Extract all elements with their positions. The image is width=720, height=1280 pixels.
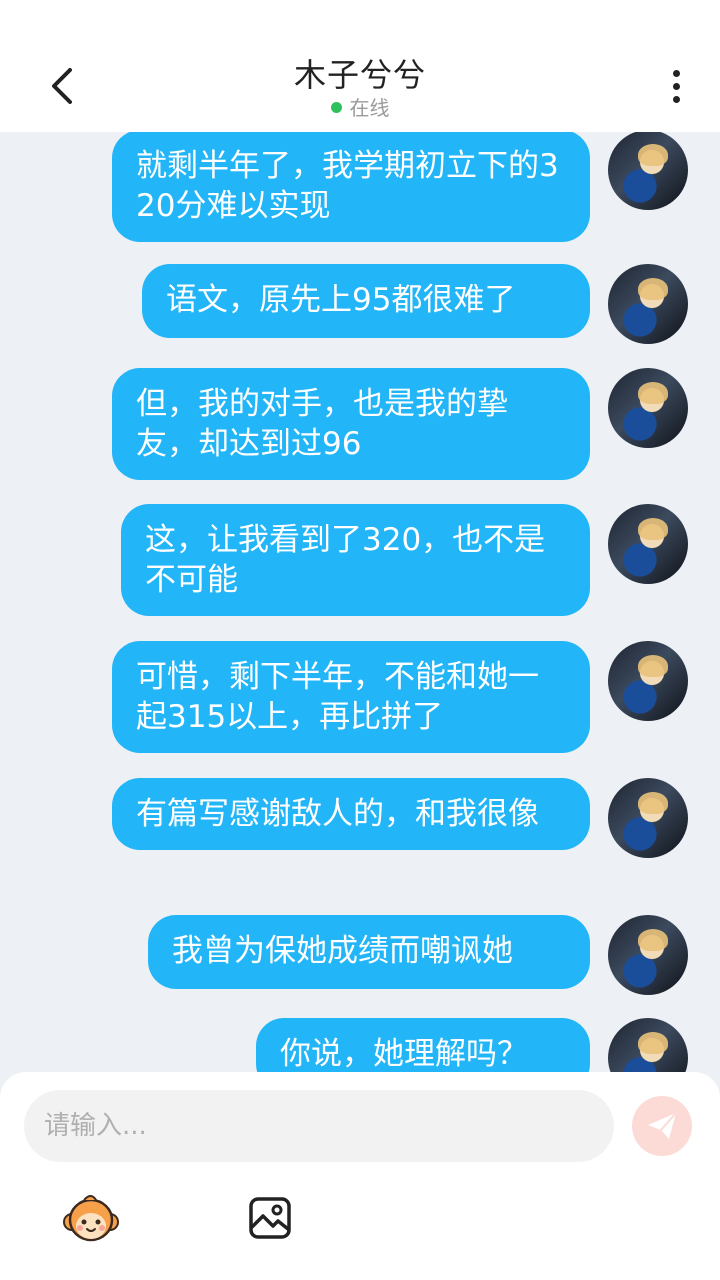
user-avatar[interactable]: [608, 504, 688, 584]
image-button[interactable]: [248, 1196, 292, 1240]
image-icon: [249, 1197, 291, 1239]
user-avatar[interactable]: [608, 264, 688, 344]
more-options-button[interactable]: [656, 66, 696, 106]
user-avatar[interactable]: [608, 368, 688, 448]
more-dot-icon: [672, 95, 680, 103]
input-panel: 请输入...: [0, 1072, 720, 1280]
contact-name: 木子兮兮: [293, 56, 426, 94]
message-bubble[interactable]: 有篇写感谢敌人的，和我很像: [112, 778, 590, 850]
message-bubble[interactable]: 但，我的对手，也是我的挚友，却达到过96: [112, 368, 590, 480]
emoji-button[interactable]: [62, 1192, 120, 1244]
send-icon: [648, 1112, 677, 1139]
message-bubble[interactable]: 这，让我看到了320，也不是不可能: [121, 504, 590, 616]
message-bubble[interactable]: 你说，她理解吗？: [256, 1018, 590, 1072]
user-avatar[interactable]: [608, 132, 688, 210]
send-button[interactable]: [632, 1096, 692, 1156]
more-dot-icon: [672, 82, 680, 90]
user-avatar[interactable]: [608, 1018, 688, 1072]
online-dot-icon: [330, 102, 342, 113]
message-bubble[interactable]: 可惜，剩下半年，不能和她一起315以上，再比拼了: [112, 641, 590, 753]
message-bubble[interactable]: 就剩半年了，我学期初立下的320分难以实现: [112, 132, 590, 242]
user-avatar[interactable]: [608, 778, 688, 858]
online-status-label: 在线: [349, 96, 390, 120]
message-list[interactable]: 就剩半年了，我学期初立下的320分难以实现 语文，原先上95都很难了 但，我的对…: [0, 132, 720, 1072]
online-status: 在线: [0, 92, 720, 121]
message-input[interactable]: 请输入...: [24, 1090, 614, 1162]
more-dot-icon: [672, 69, 680, 77]
user-avatar[interactable]: [608, 915, 688, 995]
chat-header: 木子兮兮 在线: [0, 0, 720, 132]
message-bubble[interactable]: 语文，原先上95都很难了: [142, 264, 590, 338]
message-bubble[interactable]: 我曾为保她成绩而嘲讽她: [148, 915, 590, 989]
emoji-face-icon: [63, 1195, 119, 1242]
user-avatar[interactable]: [608, 641, 688, 721]
